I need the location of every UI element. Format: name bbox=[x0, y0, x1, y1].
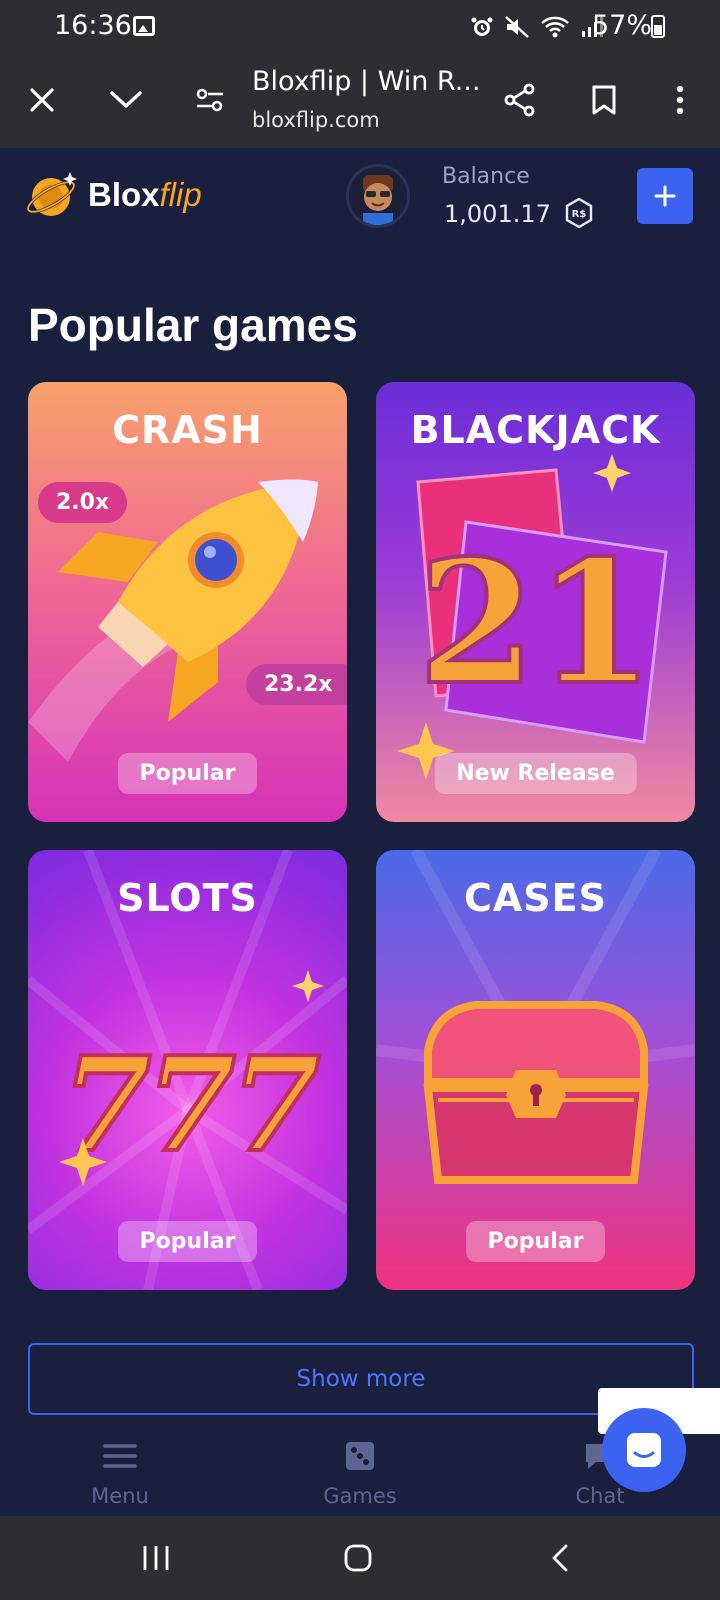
logo-text[interactable]: Bloxflip bbox=[88, 176, 202, 214]
system-nav-bar bbox=[0, 1516, 720, 1600]
game-card-slots[interactable]: 777 SLOTS Popular bbox=[28, 850, 347, 1290]
recent-apps-icon[interactable] bbox=[136, 1538, 176, 1578]
game-badge: Popular bbox=[117, 753, 258, 794]
add-balance-button[interactable] bbox=[637, 168, 693, 224]
robux-icon: R$ bbox=[565, 197, 593, 229]
hamburger-icon bbox=[103, 1444, 137, 1468]
nav-item-menu[interactable]: Menu bbox=[60, 1436, 180, 1508]
show-more-button[interactable]: Show more bbox=[28, 1343, 694, 1415]
game-title: CASES bbox=[464, 876, 607, 920]
site-settings-icon[interactable] bbox=[190, 80, 230, 120]
dice-icon bbox=[346, 1442, 374, 1470]
intercom-chat-icon bbox=[627, 1433, 661, 1467]
multiplier-badge: 2.0x bbox=[38, 482, 128, 523]
more-vert-icon[interactable] bbox=[660, 80, 700, 120]
page-url[interactable]: bloxflip.com bbox=[252, 108, 380, 132]
balance-value: 1,001.17 bbox=[444, 200, 551, 228]
bloxflip-logo-icon[interactable] bbox=[26, 168, 80, 222]
nav-label: Menu bbox=[91, 1484, 149, 1508]
svg-text:R$: R$ bbox=[572, 209, 587, 220]
plus-icon bbox=[654, 185, 676, 207]
balance-label: Balance bbox=[442, 164, 530, 189]
home-icon[interactable] bbox=[338, 1538, 378, 1578]
battery-percent: 57% bbox=[592, 10, 653, 41]
support-chat-button[interactable] bbox=[602, 1408, 686, 1492]
battery-icon bbox=[651, 15, 665, 38]
nav-item-games[interactable]: Games bbox=[300, 1436, 420, 1508]
alarm-icon bbox=[471, 17, 493, 36]
wifi-icon bbox=[541, 16, 569, 38]
game-title: BLACKJACK bbox=[410, 408, 661, 452]
browser-toolbar: Bloxflip | Win R... bloxflip.com bbox=[0, 52, 720, 148]
bookmark-icon[interactable] bbox=[584, 80, 624, 120]
chevron-down-icon[interactable] bbox=[106, 80, 146, 120]
nav-label: Chat bbox=[575, 1484, 625, 1508]
multiplier-badge: 23.2x bbox=[246, 664, 347, 705]
art-text-21: 21 bbox=[418, 523, 655, 723]
share-icon[interactable] bbox=[500, 80, 540, 120]
game-card-blackjack[interactable]: 21 BLACKJACK New Release bbox=[376, 382, 695, 822]
art-text-777: 777 bbox=[61, 1028, 319, 1181]
section-title: Popular games bbox=[28, 299, 358, 351]
game-title: CRASH bbox=[112, 408, 263, 452]
game-title: SLOTS bbox=[117, 876, 258, 920]
image-icon bbox=[133, 16, 155, 36]
nav-label: Games bbox=[323, 1484, 397, 1508]
game-badge: New Release bbox=[434, 753, 637, 794]
close-icon[interactable] bbox=[22, 80, 62, 120]
status-time: 16:36 bbox=[54, 10, 132, 41]
page-title: Bloxflip | Win R... bbox=[252, 66, 481, 97]
avatar[interactable] bbox=[346, 164, 410, 228]
status-bar: 16:36 57% bbox=[0, 0, 720, 52]
back-icon[interactable] bbox=[540, 1538, 580, 1578]
game-badge: Popular bbox=[117, 1221, 258, 1262]
game-badge: Popular bbox=[465, 1221, 606, 1262]
game-card-crash[interactable]: CRASH 2.0x 23.2x Popular bbox=[28, 382, 347, 822]
game-card-cases[interactable]: CASES Popular bbox=[376, 850, 695, 1290]
mute-icon bbox=[505, 16, 529, 38]
